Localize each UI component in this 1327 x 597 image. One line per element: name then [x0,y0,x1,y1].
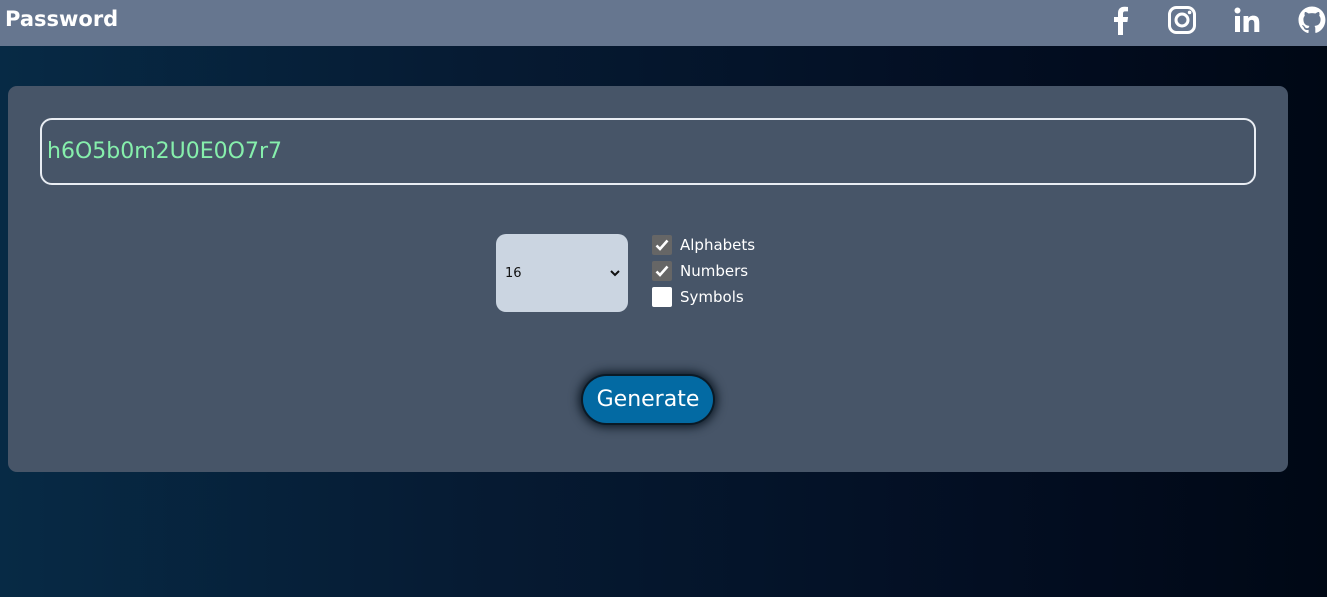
app-title: Password [5,7,119,31]
github-icon[interactable] [1297,5,1327,37]
option-symbols[interactable]: Symbols [652,286,744,308]
alphabets-checkbox[interactable] [652,235,672,255]
alphabets-label: Alphabets [680,236,756,254]
instagram-icon[interactable] [1167,5,1197,37]
generator-card: 16 Alphabets Numbers Symbols Generate [8,86,1288,472]
option-alphabets[interactable]: Alphabets [652,234,755,256]
option-numbers[interactable]: Numbers [652,260,748,282]
chevron-down-icon [610,267,620,280]
linkedin-icon[interactable] [1232,5,1262,37]
generate-button[interactable]: Generate [583,376,713,423]
password-output-field[interactable] [40,118,1256,185]
length-select[interactable]: 16 [496,234,628,312]
facebook-icon[interactable] [1109,5,1131,37]
numbers-checkbox[interactable] [652,261,672,281]
length-select-value: 16 [505,265,522,281]
top-navbar: Password [0,0,1327,46]
numbers-label: Numbers [680,262,749,280]
symbols-checkbox[interactable] [652,287,672,307]
symbols-label: Symbols [680,288,744,306]
